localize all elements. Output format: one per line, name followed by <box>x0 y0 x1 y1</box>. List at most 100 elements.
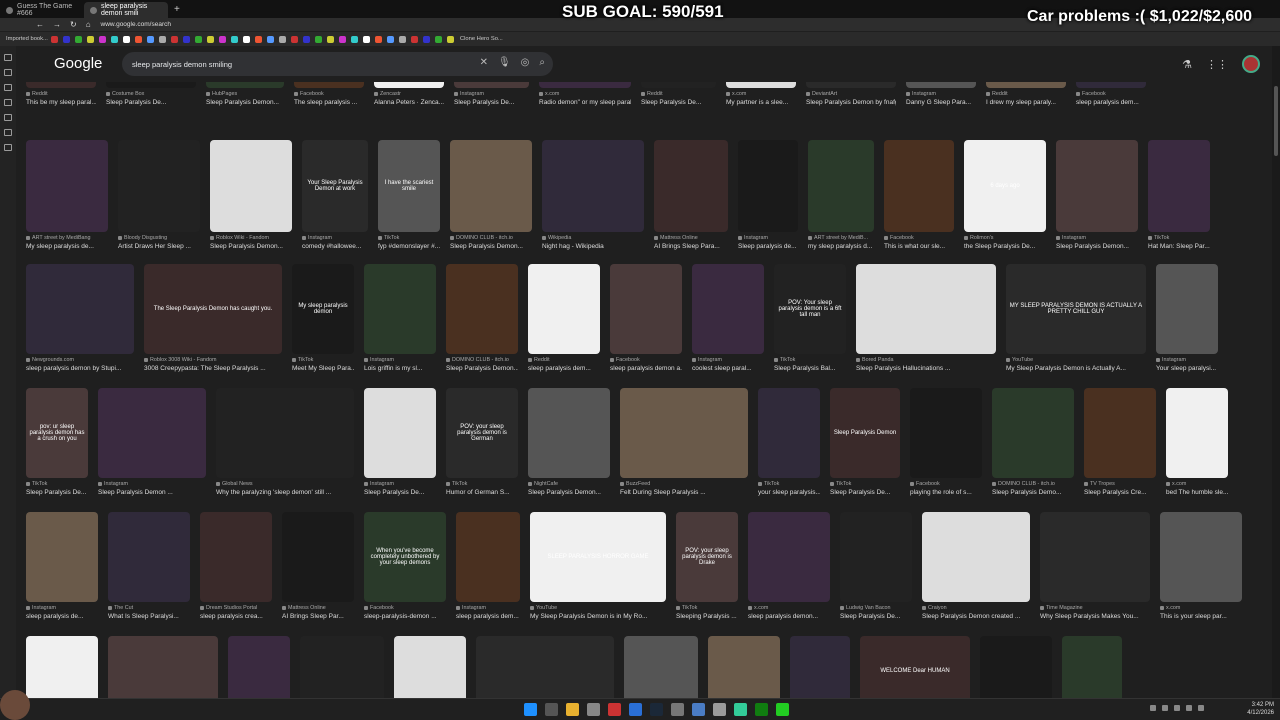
result-thumbnail[interactable] <box>922 512 1030 602</box>
result-thumbnail[interactable] <box>98 388 206 478</box>
image-result[interactable]: x.com My partner is a slee... <box>726 82 796 112</box>
result-source[interactable]: Zencastr <box>374 91 444 97</box>
image-result[interactable]: Zencastr Alanna Peters · Zenca... <box>374 82 444 112</box>
image-result[interactable]: Facebook playing the role of s... <box>910 388 982 502</box>
result-source[interactable]: Ludwig Van Bacon <box>840 605 912 611</box>
sidebar-tabs-icon[interactable] <box>4 54 12 61</box>
result-title[interactable]: playing the role of s... <box>910 489 982 496</box>
bookmark-icon[interactable] <box>98 35 106 43</box>
result-source[interactable]: BuzzFeed <box>620 481 748 487</box>
result-thumbnail[interactable]: MY SLEEP PARALYSIS DEMON IS ACTUALLY A P… <box>1006 264 1146 354</box>
home-icon[interactable]: ⌂ <box>86 20 91 29</box>
result-source[interactable]: Reddit <box>26 91 96 97</box>
image-result[interactable]: DOMINO CLUB - itch.io Sleep Paralysis Dem… <box>450 140 532 256</box>
bookmark-icon[interactable] <box>398 35 406 43</box>
result-title[interactable]: AI Brings Sleep Para... <box>654 243 728 250</box>
image-result[interactable]: Time Magazine Why Sleep Paralysis Makes Y… <box>1040 512 1150 626</box>
image-result[interactable]: Sleep Paralysis Demon TikTok Sleep Paralys… <box>830 388 900 502</box>
result-source[interactable]: ART street by MediBang <box>26 235 108 241</box>
result-thumbnail[interactable]: Sleep Paralysis Demon <box>830 388 900 478</box>
image-result[interactable]: Bored Panda Sleep Paralysis Hallucination… <box>856 264 996 378</box>
image-result[interactable]: x.com sleep paralysis demon... <box>748 512 830 626</box>
bookmark-icon[interactable] <box>422 35 430 43</box>
result-thumbnail[interactable] <box>26 264 134 354</box>
image-result[interactable]: Instagram sleep paralysis dem... <box>456 512 520 626</box>
search-icon[interactable]: ⌕ <box>539 57 545 68</box>
result-title[interactable]: Sleep Paralysis Demon by fnafgarbage on … <box>806 99 896 106</box>
result-source[interactable]: Global News <box>216 481 354 487</box>
result-title[interactable]: Sleep Paralysis De... <box>641 99 716 106</box>
image-result[interactable]: When you've become completely unbothered… <box>364 512 446 626</box>
result-source[interactable]: Instagram <box>454 91 529 97</box>
result-thumbnail[interactable]: SLEEP PARALYSIS HORROR GAME <box>530 512 666 602</box>
image-result[interactable]: x.com This is your sleep par... <box>1160 512 1242 626</box>
bookmark-icon[interactable] <box>254 35 262 43</box>
bookmark-icon[interactable] <box>110 35 118 43</box>
minecraft-icon[interactable] <box>734 703 747 716</box>
image-result[interactable] <box>26 636 98 698</box>
result-source[interactable]: Reddit <box>641 91 716 97</box>
result-thumbnail[interactable] <box>394 636 466 698</box>
result-title[interactable]: 3008 Creepypasta: The Sleep Paralysis ..… <box>144 365 282 372</box>
image-result[interactable]: POV: Your sleep paralysis demon is a 6ft… <box>774 264 846 378</box>
result-thumbnail[interactable]: pov: ur sleep paralysis demon has a crus… <box>26 388 88 478</box>
result-thumbnail[interactable]: POV: your sleep paralysis demon is Germa… <box>446 388 518 478</box>
image-result[interactable] <box>476 636 614 698</box>
bookmark-icon[interactable] <box>266 35 274 43</box>
reload-icon[interactable]: ↻ <box>70 20 77 29</box>
terminal-icon[interactable] <box>671 703 684 716</box>
result-thumbnail[interactable] <box>108 636 218 698</box>
apps-grid-icon[interactable]: ⋮⋮ <box>1206 58 1228 71</box>
image-result[interactable]: Ludwig Van Bacon Sleep Paralysis De... <box>840 512 912 626</box>
image-result[interactable] <box>394 636 466 698</box>
result-thumbnail[interactable] <box>910 388 982 478</box>
result-source[interactable]: Newgrounds.com <box>26 357 134 363</box>
sidebar-downloads-icon[interactable] <box>4 84 12 91</box>
result-source[interactable]: DOMINO CLUB - itch.io <box>446 357 518 363</box>
result-source[interactable]: TikTok <box>26 481 88 487</box>
result-source[interactable]: Reddit <box>986 91 1066 97</box>
result-thumbnail[interactable] <box>294 82 364 88</box>
result-source[interactable]: Instagram <box>302 235 368 241</box>
result-thumbnail[interactable] <box>986 82 1066 88</box>
result-title[interactable]: bed The humble sle... <box>1166 489 1228 496</box>
image-result[interactable]: Craiyon Sleep Paralysis Demon created ... <box>922 512 1030 626</box>
result-title[interactable]: coolest sleep paral... <box>692 365 764 372</box>
bookmark-icon[interactable] <box>278 35 286 43</box>
result-title[interactable]: sleep paralysis demon a... <box>610 365 682 372</box>
result-title[interactable]: Sleep paralysis de... <box>738 243 798 250</box>
result-thumbnail[interactable] <box>1148 140 1210 232</box>
result-source[interactable]: Dream Studios Portal <box>200 605 272 611</box>
result-thumbnail[interactable] <box>374 82 444 88</box>
image-result[interactable]: My sleep paralysis demon TikTok Meet My Sl… <box>292 264 354 378</box>
clock[interactable]: 3:42 PM 4/12/2026 <box>1247 701 1274 717</box>
result-thumbnail[interactable] <box>206 82 284 88</box>
result-thumbnail[interactable] <box>1160 512 1242 602</box>
bookmark-icon[interactable] <box>314 35 322 43</box>
result-thumbnail[interactable] <box>738 140 798 232</box>
clear-icon[interactable]: ✕ <box>480 57 488 68</box>
image-result[interactable] <box>108 636 218 698</box>
image-result[interactable]: The Sleep Paralysis Demon has caught you… <box>144 264 282 378</box>
result-title[interactable]: Felt During Sleep Paralysis ... <box>620 489 748 496</box>
result-thumbnail[interactable] <box>26 82 96 88</box>
result-title[interactable]: This is what our sle... <box>884 243 954 250</box>
start-icon[interactable] <box>524 703 537 716</box>
result-source[interactable]: Facebook <box>884 235 954 241</box>
result-thumbnail[interactable] <box>726 82 796 88</box>
image-result[interactable]: Instagram Sleep paralysis de... <box>738 140 798 256</box>
result-thumbnail[interactable]: Your Sleep Paralysis Demon at work <box>302 140 368 232</box>
result-source[interactable]: Instagram <box>364 357 436 363</box>
image-result[interactable]: Facebook The sleep paralysis ... <box>294 82 364 112</box>
file-explorer-icon[interactable] <box>566 703 579 716</box>
image-result[interactable]: DeviantArt Sleep Paralysis Demon by fnafg… <box>806 82 896 112</box>
result-source[interactable]: ART street by MediB... <box>808 235 874 241</box>
result-thumbnail[interactable] <box>1056 140 1138 232</box>
bookmark-icon[interactable] <box>170 35 178 43</box>
forward-icon[interactable]: → <box>53 20 61 29</box>
result-thumbnail[interactable] <box>748 512 830 602</box>
bookmark-icon[interactable] <box>62 35 70 43</box>
search-icon[interactable] <box>545 703 558 716</box>
image-result[interactable]: Roblox Wiki - Fandom Sleep Paralysis Demo… <box>210 140 292 256</box>
steam-icon[interactable] <box>629 703 642 716</box>
